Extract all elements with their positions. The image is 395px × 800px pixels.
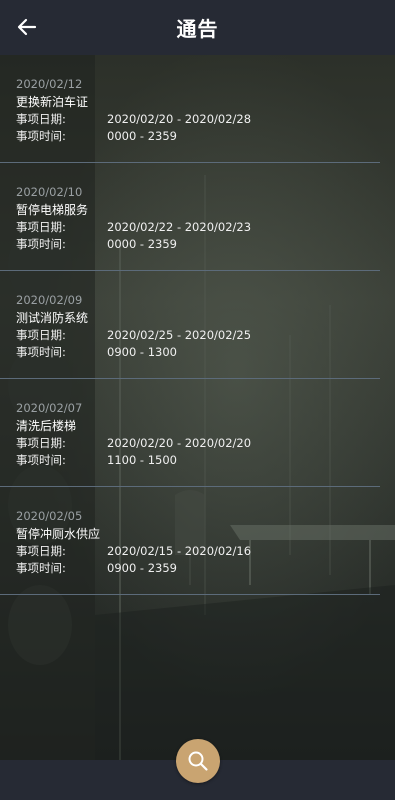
- notice-title: 暂停电梯服务: [16, 203, 89, 217]
- notice-posted-date: 2020/02/10: [16, 185, 83, 199]
- notice-date-range: 2020/02/25 - 2020/02/25: [107, 328, 252, 342]
- notice-date-row: 事项日期: 2020/02/15 - 2020/02/16: [16, 543, 251, 559]
- date-label: 事项日期:: [16, 544, 66, 558]
- time-label: 事项时间:: [16, 561, 66, 575]
- notice-title: 测试消防系统: [16, 311, 89, 325]
- notice-posted-date: 2020/02/07: [16, 401, 83, 415]
- search-button[interactable]: [176, 739, 220, 783]
- notice-time-row: 事项时间: 0900 - 1300: [16, 344, 177, 360]
- notice-item[interactable]: 2020/02/09 测试消防系统 事项日期: 2020/02/25 - 2020…: [0, 271, 380, 379]
- notice-time-row: 事项时间: 0900 - 2359: [16, 560, 177, 576]
- notice-time-range: 0000 - 2359: [107, 237, 177, 251]
- date-label: 事项日期:: [16, 112, 66, 126]
- back-button[interactable]: [10, 10, 44, 44]
- date-label: 事项日期:: [16, 220, 66, 234]
- search-icon: [188, 751, 208, 771]
- notice-time-row: 事项时间: 0000 - 2359: [16, 236, 177, 252]
- notice-date-row: 事项日期: 2020/02/20 - 2020/02/28: [16, 111, 251, 127]
- notice-date-range: 2020/02/22 - 2020/02/23: [107, 220, 252, 234]
- time-label: 事项时间:: [16, 453, 66, 467]
- notice-date-row: 事项日期: 2020/02/22 - 2020/02/23: [16, 219, 251, 235]
- notice-list: 2020/02/12 更换新泊车证 事项日期: 2020/02/20 - 2020…: [0, 55, 395, 595]
- notice-time-range: 1100 - 1500: [107, 453, 177, 467]
- time-label: 事项时间:: [16, 345, 66, 359]
- notice-date-row: 事项日期: 2020/02/20 - 2020/02/20: [16, 435, 251, 451]
- notice-date-range: 2020/02/20 - 2020/02/20: [107, 436, 252, 450]
- notice-item[interactable]: 2020/02/10 暂停电梯服务 事项日期: 2020/02/22 - 2020…: [0, 163, 380, 271]
- notice-time-range: 0900 - 2359: [107, 561, 177, 575]
- notice-posted-date: 2020/02/09: [16, 293, 83, 307]
- notice-time-range: 0000 - 2359: [107, 129, 177, 143]
- app-header: 通告: [0, 0, 395, 55]
- notice-time-row: 事项时间: 1100 - 1500: [16, 452, 177, 468]
- notice-title: 暂停冲厕水供应: [16, 527, 101, 541]
- notice-item[interactable]: 2020/02/07 清洗后楼梯 事项日期: 2020/02/20 - 2020/…: [0, 379, 380, 487]
- notice-date-range: 2020/02/20 - 2020/02/28: [107, 112, 252, 126]
- notice-posted-date: 2020/02/05: [16, 509, 83, 523]
- date-label: 事项日期:: [16, 436, 66, 450]
- notice-item[interactable]: 2020/02/05 暂停冲厕水供应 事项日期: 2020/02/15 - 202…: [0, 487, 380, 595]
- notice-title: 更换新泊车证: [16, 95, 89, 109]
- date-label: 事项日期:: [16, 328, 66, 342]
- page-title: 通告: [176, 17, 219, 41]
- time-label: 事项时间:: [16, 129, 66, 143]
- notice-time-row: 事项时间: 0000 - 2359: [16, 128, 177, 144]
- time-label: 事项时间:: [16, 237, 66, 251]
- arrow-left-icon: [17, 18, 37, 36]
- notice-date-row: 事项日期: 2020/02/25 - 2020/02/25: [16, 327, 251, 343]
- notice-posted-date: 2020/02/12: [16, 77, 83, 91]
- notice-item[interactable]: 2020/02/12 更换新泊车证 事项日期: 2020/02/20 - 2020…: [0, 55, 380, 163]
- notice-title: 清洗后楼梯: [16, 419, 77, 433]
- notice-date-range: 2020/02/15 - 2020/02/16: [107, 544, 252, 558]
- notice-time-range: 0900 - 1300: [107, 345, 177, 359]
- notice-content[interactable]: 2020/02/12 更换新泊车证 事项日期: 2020/02/20 - 2020…: [0, 55, 395, 760]
